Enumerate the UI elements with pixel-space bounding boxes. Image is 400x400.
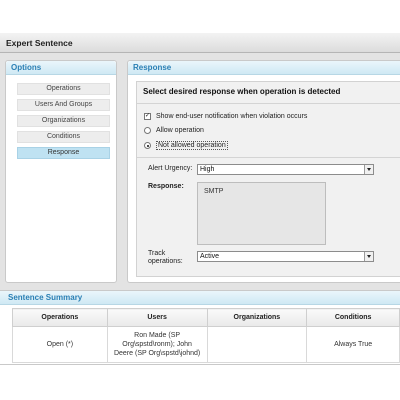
options-panel-title: Options [11, 63, 42, 72]
option-organizations[interactable]: Organizations [17, 115, 110, 127]
notify-checkbox[interactable]: ✓ [144, 113, 151, 120]
allow-radio[interactable] [144, 127, 151, 134]
column-header-operations: Operations [12, 308, 108, 327]
not-allowed-row[interactable]: Not allowed operation [144, 141, 228, 150]
track-operations-select[interactable]: Active [197, 251, 374, 262]
allow-label: Allow operation [156, 127, 204, 134]
column-header-users: Users [106, 308, 208, 327]
summary-title: Sentence Summary [8, 293, 83, 302]
users-line: Deere (SP Org\spstd\johnd) [113, 350, 201, 357]
track-label-line1: Track [148, 250, 166, 257]
option-operations[interactable]: Operations [17, 83, 110, 95]
response-form: Select desired response when operation i… [136, 81, 400, 277]
options-list: Operations Users And Groups Organization… [17, 83, 110, 163]
option-conditions[interactable]: Conditions [17, 131, 110, 143]
cell-organizations [206, 326, 308, 363]
response-panel: Response Select desired response when op… [127, 60, 400, 283]
window-title-bar: Expert Sentence [0, 33, 400, 53]
table-row: Open (*) Ron Made (SP Org\spstd\ronm); J… [12, 326, 400, 363]
alert-urgency-select[interactable]: High [197, 164, 374, 175]
divider [137, 103, 400, 104]
column-header-organizations: Organizations [206, 308, 308, 327]
summary-table: Operations Users Organizations Condition… [12, 308, 400, 363]
response-textarea[interactable]: SMTP [197, 182, 326, 245]
alert-urgency-value: High [200, 166, 215, 173]
option-response[interactable]: Response [17, 147, 110, 159]
page: Expert Sentence Options Operations Users… [0, 0, 400, 400]
cell-operations: Open (*) [12, 326, 108, 363]
column-header-conditions: Conditions [306, 308, 400, 327]
allow-row[interactable]: Allow operation [144, 127, 204, 134]
options-panel-header: Options [6, 61, 116, 75]
summary-header: Sentence Summary [0, 291, 400, 305]
divider [137, 157, 400, 158]
response-label: Response: [148, 183, 184, 190]
cell-conditions: Always True [306, 326, 400, 363]
track-label-line2: operations: [148, 258, 183, 265]
not-allowed-radio[interactable] [144, 142, 151, 149]
table-header-row: Operations Users Organizations Condition… [12, 308, 400, 327]
chevron-down-icon[interactable] [364, 165, 373, 174]
chevron-down-icon[interactable] [364, 252, 373, 261]
track-operations-label: Track operations: [148, 250, 183, 266]
sentence-summary-panel: Sentence Summary Operations Users Organi… [0, 290, 400, 365]
not-allowed-label: Not allowed operation [156, 141, 228, 150]
response-heading: Select desired response when operation i… [143, 87, 341, 96]
window-title: Expert Sentence [6, 38, 73, 48]
notify-label: Show end-user notification when violatio… [156, 113, 308, 120]
option-users-and-groups[interactable]: Users And Groups [17, 99, 110, 111]
track-operations-value: Active [200, 253, 220, 260]
response-panel-title: Response [133, 63, 172, 72]
cell-users: Ron Made (SP Org\spstd\ronm); John Deere… [106, 326, 208, 363]
workspace: Options Operations Users And Groups Orga… [0, 53, 400, 365]
options-panel: Options Operations Users And Groups Orga… [5, 60, 117, 283]
users-line: Org\spstd\ronm); John [122, 341, 192, 348]
notify-row[interactable]: ✓ Show end-user notification when violat… [144, 113, 307, 120]
alert-urgency-label: Alert Urgency: [148, 165, 193, 172]
response-panel-header: Response [128, 61, 400, 75]
response-value: SMTP [204, 188, 224, 195]
users-line: Ron Made (SP [134, 332, 181, 339]
